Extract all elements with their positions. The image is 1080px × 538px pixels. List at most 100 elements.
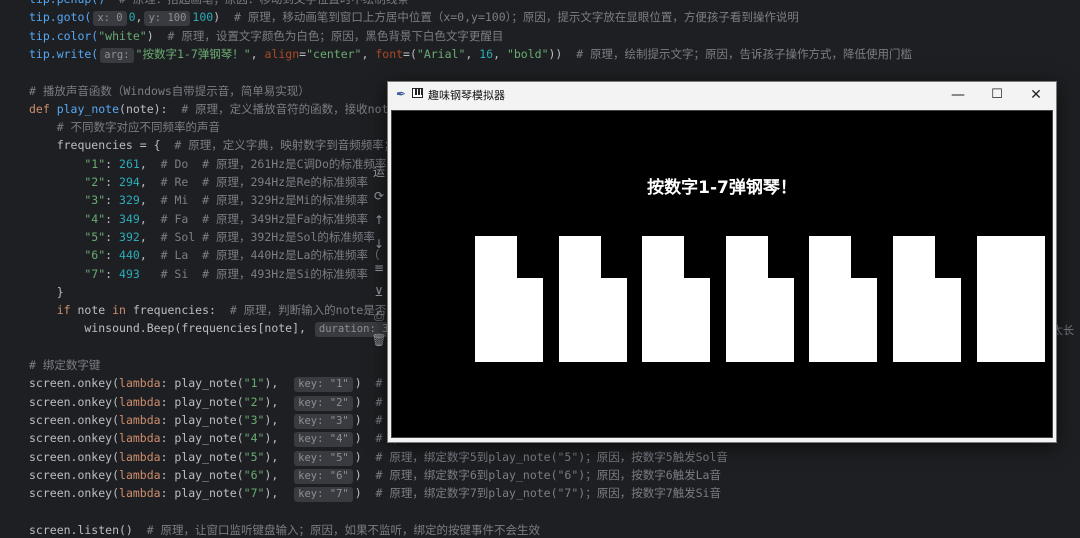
code-token: (note): — [119, 101, 168, 116]
code-token: , — [493, 46, 507, 61]
code-comment: # 原理，定义播放音符的函数，接收note参 — [167, 101, 407, 116]
code-token: "按数字1-7弹钢琴！" — [135, 46, 251, 61]
piano-window[interactable]: ✒ 趣味钢琴模拟器 — ☐ ✕ 按数字1-7弹钢琴！ — [387, 81, 1057, 443]
up-icon[interactable]: ↑ — [370, 208, 388, 232]
piano-key[interactable] — [809, 236, 878, 362]
code-line[interactable]: tip.goto(x: 0 0, y: 100 100) # 原理，移动画笔到窗口上方… — [29, 8, 799, 27]
code-token: : play_note( — [160, 486, 244, 501]
code-token: font — [375, 46, 404, 61]
code-token: lambda — [119, 486, 161, 501]
piano-key[interactable] — [475, 236, 543, 362]
parameter-hint: key: "1" — [294, 377, 353, 393]
piano-key-lower — [809, 278, 878, 362]
piano-key[interactable] — [725, 236, 794, 362]
code-token: )) — [548, 46, 563, 61]
code-line[interactable]: # 绑定数字键 — [29, 356, 100, 374]
code-line[interactable]: screen.onkey(lambda: play_note("4"), key… — [29, 429, 401, 448]
parameter-hint: x: 0 — [93, 11, 127, 27]
close-button[interactable]: ✕ — [1016, 82, 1056, 108]
code-token: lambda — [119, 376, 161, 391]
code-token: : play_note( — [160, 394, 244, 409]
code-line[interactable]: winsound.Beep(frequencies[note], duratio… — [29, 319, 394, 338]
instruction-text: 按数字1-7弹钢琴！ — [647, 178, 797, 198]
code-token: ), — [264, 394, 293, 409]
code-line[interactable]: frequencies = { # 原理，定义字典，映射数字到音频频率；原 — [29, 136, 407, 154]
wrap-icon[interactable]: ≡ — [370, 256, 388, 280]
code-token: "5" — [29, 229, 106, 244]
code-token: 493 — [119, 266, 140, 281]
code-token: ) — [354, 449, 362, 464]
piano-key[interactable] — [893, 236, 961, 362]
code-line[interactable]: tip.color("white") # 原理，设置文字颜色为白色；原因，黑色背… — [29, 27, 503, 45]
code-token: "center" — [306, 46, 362, 61]
code-comment: # 原理，绑定数字5到play_note("5")；原因，按数字5触发Sol音 — [361, 449, 728, 464]
code-token: screen.listen() — [29, 522, 133, 537]
code-token: ) — [354, 486, 362, 501]
code-line[interactable]: screen.onkey(lambda: play_note("7"), key… — [29, 484, 721, 503]
code-line[interactable]: tip.write(arg: "按数字1-7弹钢琴！", align="cente… — [29, 45, 912, 63]
code-comment: # 播放声音函数（Windows自带提示音，简单易实现） — [29, 83, 310, 98]
code-token: "7" — [29, 266, 106, 281]
code-comment: # Fa # 原理，349Hz是Fa的标准频率 — [146, 211, 368, 226]
code-token: : — [105, 175, 120, 189]
code-token: "5" — [243, 449, 265, 464]
code-token: screen.onkey( — [29, 467, 120, 482]
piano-key[interactable] — [642, 236, 711, 362]
code-token: "Arial" — [416, 46, 466, 61]
code-comment: # Si # 原理，493Hz是Si的标准频率 — [139, 266, 368, 281]
code-token: : — [105, 156, 120, 171]
code-token: "2" — [29, 175, 106, 189]
code-comment: # 原理，让窗口监听键盘输入；原因，如果不监听，绑定的按键事件不会生效 — [132, 522, 541, 537]
piano-key[interactable] — [976, 236, 1045, 362]
code-line[interactable]: tip.penup() # 原理：抬起画笔；原因：移动到文字位置时不绘制线条 — [29, 0, 409, 8]
code-line[interactable]: "3": 329, # Mi # 原理，329Hz是Mi的标准频率 — [29, 191, 368, 209]
code-token: , — [139, 193, 147, 208]
code-token: , — [250, 46, 265, 61]
code-line[interactable]: screen.listen() # 原理，让窗口监听键盘输入；原因，如果不监听，… — [29, 521, 540, 538]
code-line[interactable]: screen.onkey(lambda: play_note("6"), key… — [29, 466, 721, 484]
trash-icon[interactable]: 🗑 — [370, 328, 388, 352]
code-line[interactable]: "1": 261, # Do # 原理，261Hz是C调Do的标准频率 — [29, 155, 386, 173]
scroll-end-icon[interactable]: ⊻ — [370, 280, 388, 304]
code-line[interactable]: screen.onkey(lambda: play_note("3"), key… — [29, 411, 401, 429]
code-token: : — [105, 193, 120, 208]
code-token: "1" — [29, 156, 106, 171]
code-line[interactable]: # 不同数字对应不同频率的声音 — [29, 118, 220, 136]
code-line[interactable]: screen.onkey(lambda: play_note("5"), key… — [29, 448, 728, 466]
code-line[interactable]: # 播放声音函数（Windows自带提示音，简单易实现） — [29, 82, 310, 100]
window-titlebar[interactable]: ✒ 趣味钢琴模拟器 — ☐ ✕ — [388, 82, 1056, 108]
piano-key[interactable] — [558, 236, 627, 362]
code-token: screen.onkey( — [29, 376, 120, 391]
run-icon[interactable]: 运 — [370, 160, 388, 184]
code-line[interactable]: screen.onkey(lambda: play_note("1"), key… — [29, 374, 401, 393]
code-token: ), — [264, 376, 293, 391]
minimize-button[interactable]: — — [938, 82, 978, 108]
code-line[interactable]: "5": 392, # Sol # 原理，392Hz是Sol的标准频率 — [29, 228, 375, 246]
code-comment: # 原理，绘制提示文字；原因，告诉孩子操作方式，降低使用门槛 — [562, 46, 913, 61]
code-line[interactable]: "7": 493 # Si # 原理，493Hz是Si的标准频率 — [29, 265, 368, 283]
code-line[interactable]: "4": 349, # Fa # 原理，349Hz是Fa的标准频率 — [29, 210, 368, 228]
code-token: 100 — [192, 10, 214, 25]
code-comment: # Do # 原理，261Hz是C调Do的标准频率 — [146, 156, 387, 171]
code-token: "3" — [29, 193, 106, 208]
turtle-canvas[interactable]: 按数字1-7弹钢琴！ — [391, 110, 1053, 438]
code-comment: # 绑定数字键 — [29, 358, 101, 372]
code-token: screen.onkey( — [29, 412, 120, 427]
code-token: : — [105, 229, 120, 244]
code-token: "7" — [243, 486, 265, 501]
code-token: "1" — [243, 376, 265, 391]
code-line[interactable]: "6": 440, # La # 原理，440Hz是La的标准频率（ — [29, 246, 379, 264]
code-line[interactable]: if note in frequencies: # 原理，判断输入的note是否 — [29, 301, 387, 319]
code-line[interactable]: "2": 294, # Re # 原理，294Hz是Re的标准频率 — [29, 173, 368, 191]
parameter-hint: key: "4" — [294, 432, 353, 448]
rerun-icon[interactable]: ⟳ — [370, 184, 388, 208]
code-token: note — [77, 303, 113, 318]
down-icon[interactable]: ↓ — [370, 232, 388, 256]
code-token: screen.onkey( — [29, 449, 120, 464]
code-line[interactable]: def play_note(note): # 原理，定义播放音符的函数，接收no… — [29, 100, 407, 118]
print-icon[interactable]: ⎙ — [370, 304, 388, 328]
code-token: : play_note( — [160, 431, 244, 446]
code-line[interactable]: screen.onkey(lambda: play_note("2"), key… — [29, 393, 401, 411]
code-line[interactable]: } — [29, 283, 64, 301]
maximize-button[interactable]: ☐ — [977, 82, 1017, 108]
